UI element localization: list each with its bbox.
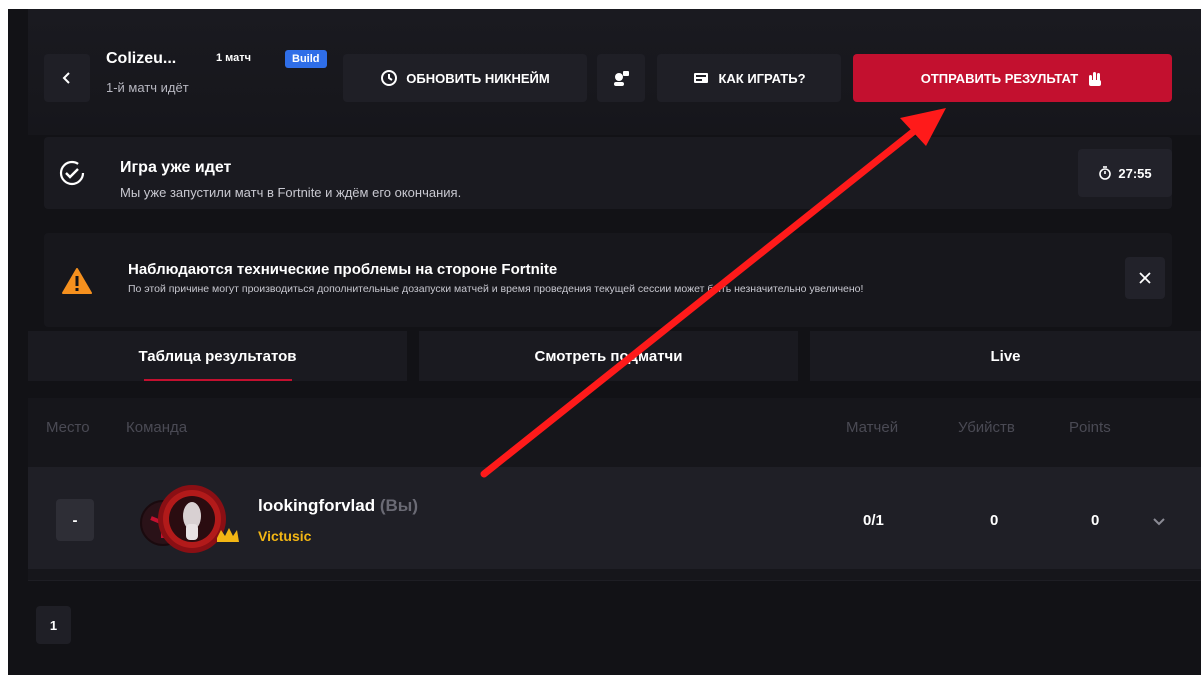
row-matches: 0/1	[863, 512, 884, 529]
chevron-down-icon[interactable]	[1150, 512, 1168, 530]
match-title: Colizeu...	[106, 50, 177, 67]
chevron-left-icon	[62, 72, 70, 84]
back-button[interactable]	[44, 54, 90, 102]
check-circle-icon	[59, 160, 85, 186]
tab-results-table[interactable]: Таблица результатов	[28, 331, 407, 381]
book-icon	[694, 73, 709, 83]
hand-icon	[1089, 72, 1102, 86]
timer-value: 27:55	[1118, 165, 1152, 181]
match-status-card: Игра уже идет Мы уже запустили матч в Fo…	[44, 137, 1172, 209]
active-tab-indicator	[144, 379, 292, 381]
tab-live[interactable]: Live	[810, 331, 1201, 381]
submit-result-label: ОТПРАВИТЬ РЕЗУЛЬТАТ	[920, 70, 1079, 86]
support-agent-icon	[614, 71, 629, 86]
history-icon	[381, 70, 398, 86]
row-place: -	[56, 499, 94, 541]
column-header-kills: Убийств	[958, 419, 1015, 436]
team-avatar	[140, 485, 239, 553]
column-header-place: Место	[46, 419, 90, 436]
status-title: Игра уже идет	[120, 159, 232, 176]
column-header-matches: Матчей	[846, 419, 899, 436]
column-header-points: Points	[1069, 419, 1111, 436]
pagination-page-button[interactable]: 1	[36, 606, 71, 644]
close-icon	[1139, 272, 1151, 284]
row-kills: 0	[990, 512, 999, 529]
mode-badge: Build	[285, 50, 327, 68]
status-description: Мы уже запустили матч в Fortnite и ждём …	[120, 185, 462, 200]
match-status: 1-й матч идёт	[106, 80, 189, 95]
match-count: 1 матч	[216, 52, 252, 64]
warning-close-button[interactable]	[1125, 257, 1165, 299]
player-name[interactable]: lookingforvlad (Вы)	[258, 496, 418, 516]
timer-icon	[1099, 166, 1112, 180]
update-nickname-label: ОБНОВИТЬ НИКНЕЙМ	[406, 70, 550, 86]
submit-result-button[interactable]: ОТПРАВИТЬ РЕЗУЛЬТАТ	[853, 54, 1172, 102]
table-divider	[28, 580, 1201, 581]
team-name[interactable]: Victusic	[258, 528, 311, 544]
row-points: 0	[1091, 512, 1100, 529]
how-to-play-label: КАК ИГРАТЬ?	[718, 70, 806, 86]
update-nickname-button[interactable]: ОБНОВИТЬ НИКНЕЙМ	[343, 54, 587, 102]
column-header-team: Команда	[126, 419, 188, 436]
you-tag: (Вы)	[379, 496, 418, 515]
warning-description: По этой причине могут производиться допо…	[128, 283, 864, 295]
support-button[interactable]	[597, 54, 645, 102]
tab-view-submatches[interactable]: Смотреть подматчи	[419, 331, 798, 381]
warning-banner: Наблюдаются технические проблемы на стор…	[44, 233, 1172, 327]
match-timer: 27:55	[1078, 149, 1172, 197]
warning-icon	[62, 268, 92, 294]
warning-title: Наблюдаются технические проблемы на стор…	[128, 261, 558, 278]
how-to-play-button[interactable]: КАК ИГРАТЬ?	[657, 54, 841, 102]
